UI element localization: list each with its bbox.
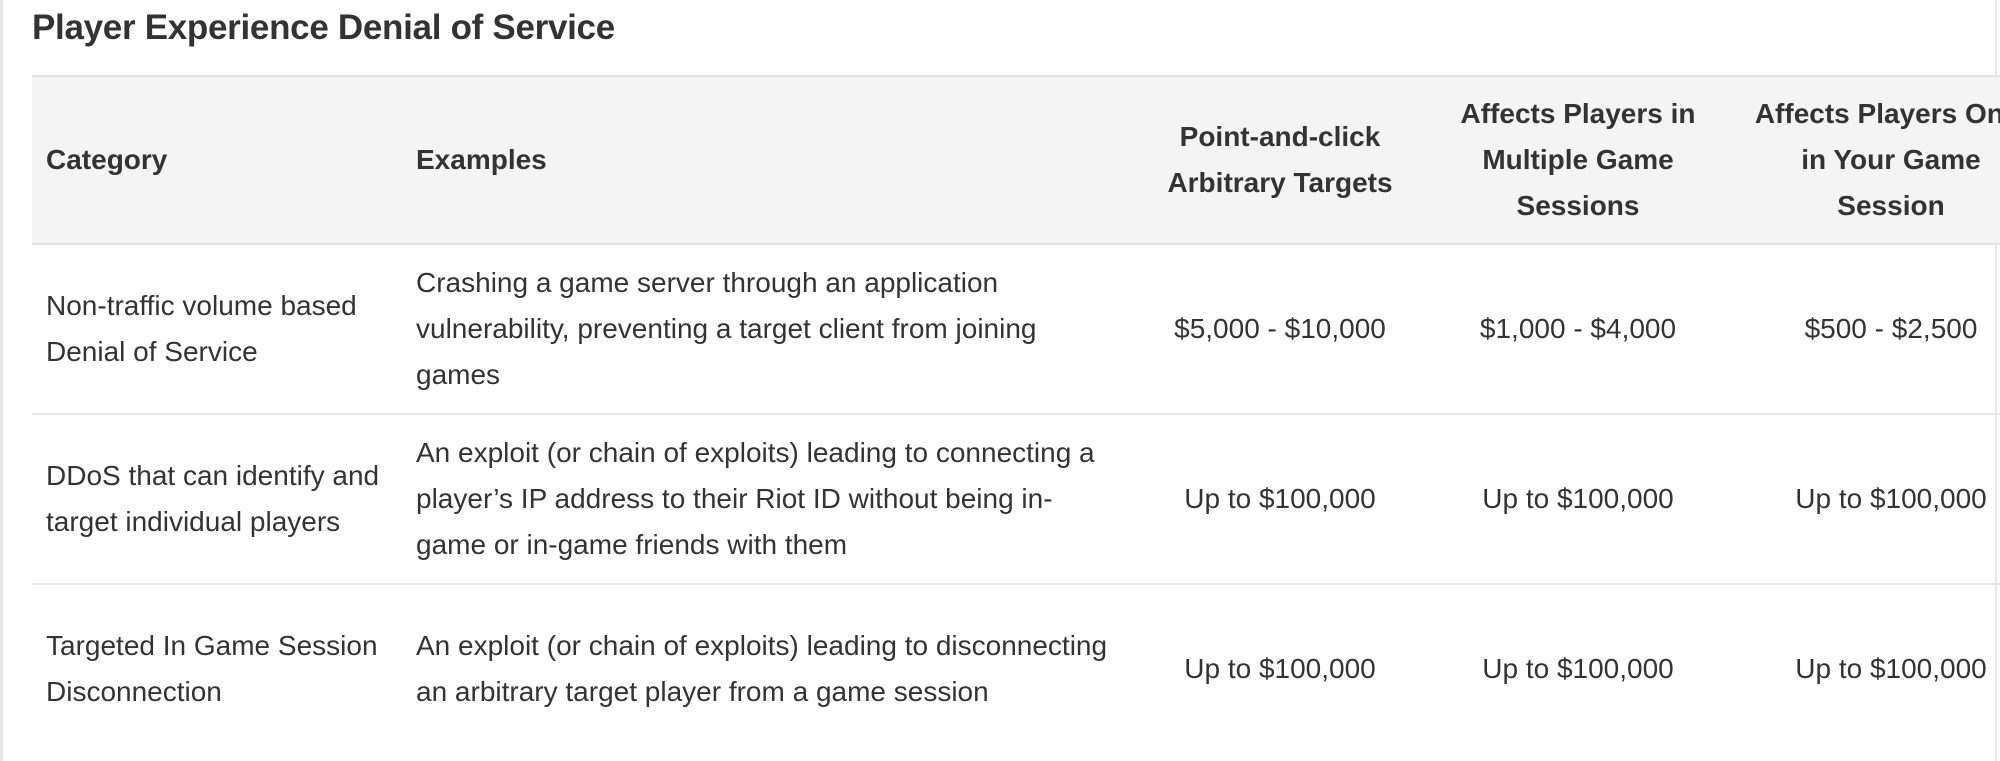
left-border — [0, 0, 3, 761]
your-session-reward-cell: Up to $100,000 — [1795, 653, 1987, 684]
table-row: Non-traffic volume based Denial of Servi… — [32, 244, 2000, 414]
column-header-examples: Examples — [416, 144, 547, 175]
multiple-sessions-reward-cell: $1,000 - $4,000 — [1479, 313, 1677, 344]
category-cell: Non-traffic volume based Denial of Servi… — [46, 290, 357, 367]
table-header-row: Category Examples Point-and-click Arbitr… — [32, 76, 2000, 244]
examples-cell: Crashing a game server through an applic… — [416, 267, 1037, 390]
category-cell: Targeted In Game Session Disconnection — [46, 630, 378, 707]
section-title: Player Experience Denial of Service — [32, 8, 615, 47]
multiple-sessions-reward-cell: Up to $100,000 — [1482, 653, 1674, 684]
your-session-reward-cell: $500 - $2,500 — [1804, 313, 1978, 344]
table-row: Targeted In Game Session Disconnection A… — [32, 584, 2000, 753]
category-cell: DDoS that can identify and target indivi… — [46, 460, 380, 537]
point-and-click-reward-cell: Up to $100,000 — [1184, 653, 1376, 684]
point-and-click-reward-cell: $5,000 - $10,000 — [1174, 313, 1386, 344]
table-row: DDoS that can identify and target indivi… — [32, 414, 2000, 584]
column-header-multiple-sessions: Affects Players in Multiple Game Session… — [1460, 98, 1696, 221]
column-header-category: Category — [46, 144, 168, 175]
examples-cell: An exploit (or chain of exploits) leadin… — [416, 630, 1108, 707]
column-header-point-and-click: Point-and-click Arbitrary Targets — [1167, 121, 1393, 198]
column-header-your-session: Affects Players Only in Your Game Sessio… — [1754, 98, 2000, 221]
bounty-table: Category Examples Point-and-click Arbitr… — [32, 75, 2000, 753]
point-and-click-reward-cell: Up to $100,000 — [1184, 483, 1376, 514]
your-session-reward-cell: Up to $100,000 — [1795, 483, 1987, 514]
examples-cell: An exploit (or chain of exploits) leadin… — [416, 437, 1095, 560]
multiple-sessions-reward-cell: Up to $100,000 — [1482, 483, 1674, 514]
